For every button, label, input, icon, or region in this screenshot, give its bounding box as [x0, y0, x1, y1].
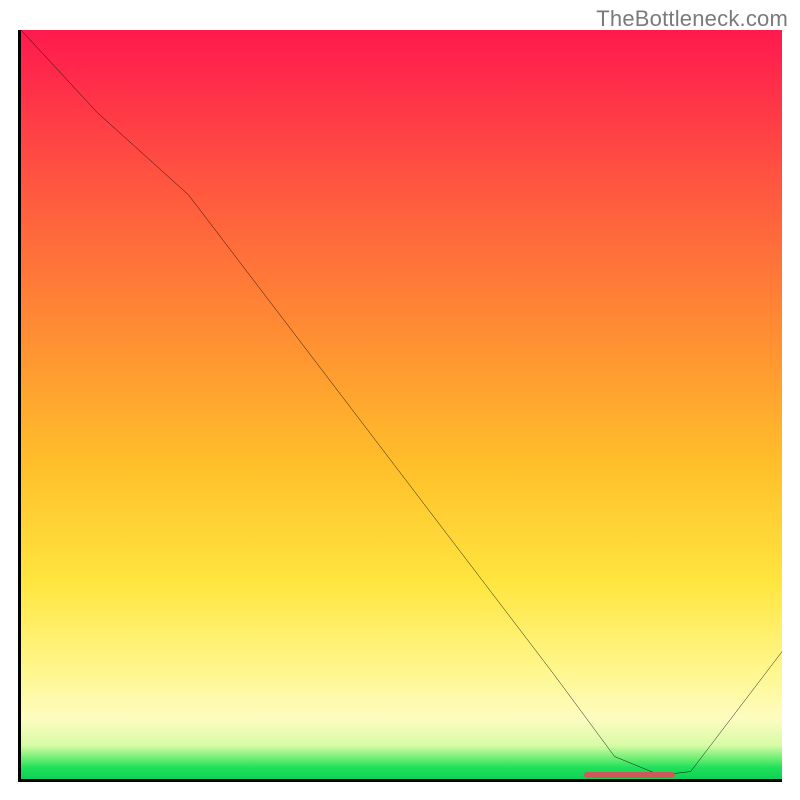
chart-container: TheBottleneck.com	[0, 0, 800, 800]
plot-area	[18, 30, 782, 782]
bottleneck-curve	[21, 30, 782, 779]
watermark-text: TheBottleneck.com	[596, 6, 788, 32]
optimal-range-marker	[584, 772, 675, 778]
